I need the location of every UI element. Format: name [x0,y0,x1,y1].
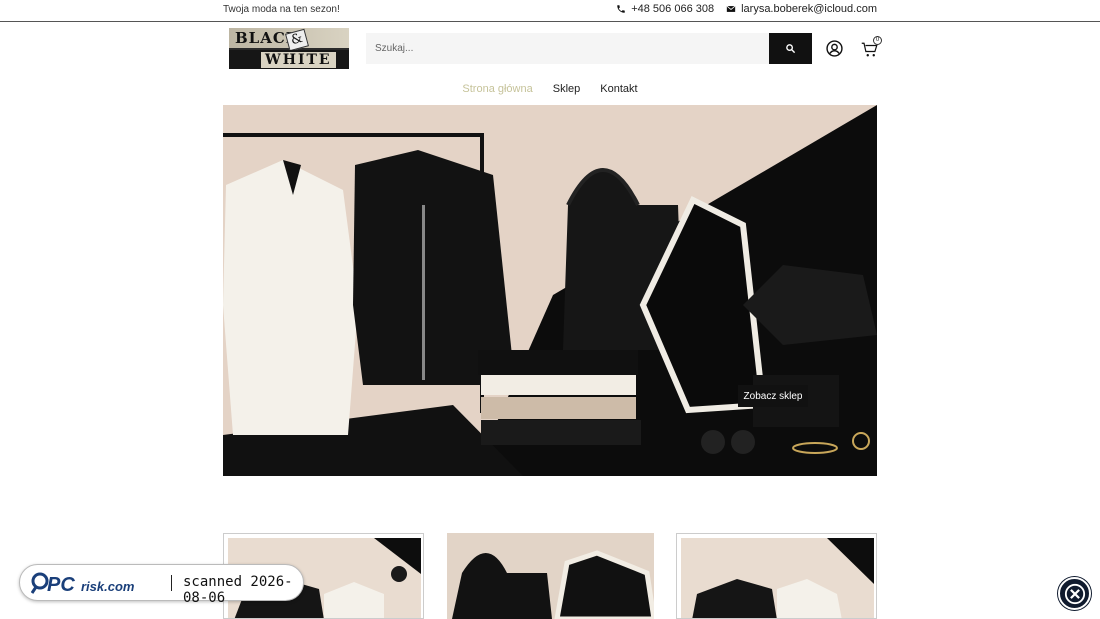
envelope-icon [726,5,736,12]
pcrisk-logo: PC risk.com [31,572,135,594]
search-button[interactable] [769,33,812,64]
scan-date: scanned 2026-08-06 [183,574,293,606]
phone-number: +48 506 066 308 [631,3,715,15]
cart-button[interactable]: 0 [861,36,882,59]
phone-icon [617,5,625,13]
search-form [366,33,812,64]
contact-info: +48 506 066 308 larysa.boberek@icloud.co… [610,3,877,15]
account-icon[interactable] [826,40,843,57]
nav-item-home[interactable]: Strona główna [462,83,532,95]
phone-link[interactable]: +48 506 066 308 [616,3,714,15]
email-address: larysa.boberek@icloud.com [741,3,877,15]
pcrisk-watermark: PC risk.com scanned 2026-08-06 [19,564,304,606]
nav-item-contact[interactable]: Kontakt [600,83,637,95]
nav-item-shop[interactable]: Sklep [553,83,581,95]
hero-banner: Zobacz sklep [223,105,877,476]
close-icon [1064,583,1085,604]
svg-text:PC: PC [47,574,75,594]
logo-text-white: WHITE [261,52,336,68]
close-overlay-button[interactable] [1058,577,1091,610]
product-image [447,533,654,619]
badge-separator [171,575,172,591]
shop-now-button[interactable]: Zobacz sklep [738,385,808,407]
main-nav: Strona główna Sklep Kontakt [0,83,1100,95]
tagline: Twoja moda na ten sezon! [223,4,340,15]
product-card[interactable] [447,533,654,619]
svg-text:risk.com: risk.com [81,579,135,594]
hero-image [223,105,877,476]
product-image [681,538,874,618]
product-card[interactable] [676,533,877,619]
search-input[interactable] [366,33,769,64]
cart-count-badge: 0 [873,36,882,45]
site-logo[interactable]: BLACK & WHITE [229,28,349,69]
top-bar: Twoja moda na ten sezon! +48 506 066 308… [0,0,1100,22]
email-link[interactable]: larysa.boberek@icloud.com [726,3,877,15]
search-icon [786,44,796,54]
